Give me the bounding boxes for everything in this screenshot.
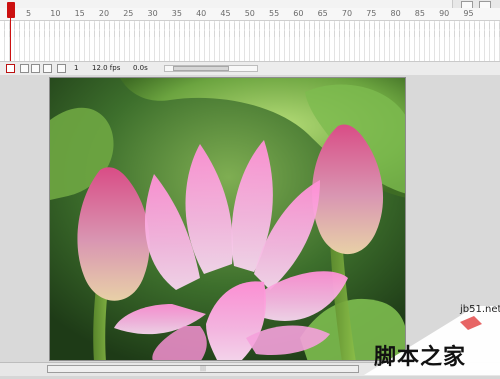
timeline-status-bar: 1 12.0 fps 0.0s xyxy=(0,61,500,75)
ruler-frame-number: 25 xyxy=(123,9,134,18)
timeline-ruler[interactable]: 5 10 15 20 25 30 35 40 45 50 55 60 65 70 75 80 85 90 95 xyxy=(0,8,500,21)
stage-scroll-thumb[interactable]: ||| xyxy=(47,365,359,373)
frame-row[interactable] xyxy=(0,31,500,37)
ruler-frame-number: 45 xyxy=(220,9,231,18)
ruler-frame-number: 50 xyxy=(244,9,255,18)
ruler-frame-number: 65 xyxy=(317,9,328,18)
timeline-horizontal-scrollbar[interactable] xyxy=(164,65,258,72)
frame-row[interactable] xyxy=(0,23,500,29)
watermark-title: 脚本之家 xyxy=(374,345,467,370)
edit-multiple-frames-icon[interactable] xyxy=(43,64,52,73)
ruler-frame-number: 75 xyxy=(366,9,377,18)
watermark: jb51.net 脚本之家 xyxy=(358,304,500,375)
center-frame-icon[interactable] xyxy=(6,64,15,73)
ruler-frame-number: 5 xyxy=(26,9,32,18)
timeline-scroll-thumb[interactable] xyxy=(173,66,229,71)
ruler-frame-number: 35 xyxy=(171,9,182,18)
playhead[interactable] xyxy=(7,2,15,67)
watermark-site: jb51.net xyxy=(460,304,500,315)
stage-canvas[interactable] xyxy=(49,77,406,361)
ruler-frame-number: 95 xyxy=(463,9,474,18)
ruler-frame-number: 40 xyxy=(196,9,207,18)
timeline-panel: 5 10 15 20 25 30 35 40 45 50 55 60 65 70 75 80 85 90 95 1 … xyxy=(0,0,500,75)
onion-skin-outlines-icon[interactable] xyxy=(31,64,40,73)
frame-rate-field: 12.0 fps xyxy=(92,64,121,72)
elapsed-time-field: 0.0s xyxy=(133,64,148,72)
playhead-line xyxy=(10,18,11,67)
scroll-grip-icon: ||| xyxy=(199,365,207,372)
ruler-frame-number: 30 xyxy=(147,9,158,18)
ruler-frame-number: 90 xyxy=(439,9,450,18)
current-frame-field: 1 xyxy=(74,64,79,72)
ruler-frame-number: 70 xyxy=(341,9,353,18)
flash-editor-window: 5 10 15 20 25 30 35 40 45 50 55 60 65 70 75 80 85 90 95 1 … xyxy=(0,0,500,376)
ruler-frame-number: 15 xyxy=(74,9,85,18)
ruler-frame-number: 85 xyxy=(414,9,425,18)
lotus-photo xyxy=(50,78,405,360)
playhead-handle[interactable] xyxy=(7,2,15,18)
timeline-top-right-controls xyxy=(452,0,500,9)
onion-skin-icon[interactable] xyxy=(20,64,29,73)
timeline-frames[interactable] xyxy=(0,21,500,62)
ruler-frame-number: 20 xyxy=(98,9,110,18)
ruler-frame-number: 80 xyxy=(390,9,401,18)
modify-onion-markers-icon[interactable] xyxy=(57,64,66,73)
ruler-frame-number: 55 xyxy=(269,9,280,18)
ruler-frame-number: 60 xyxy=(293,9,304,18)
ruler-frame-number: 10 xyxy=(50,9,61,18)
